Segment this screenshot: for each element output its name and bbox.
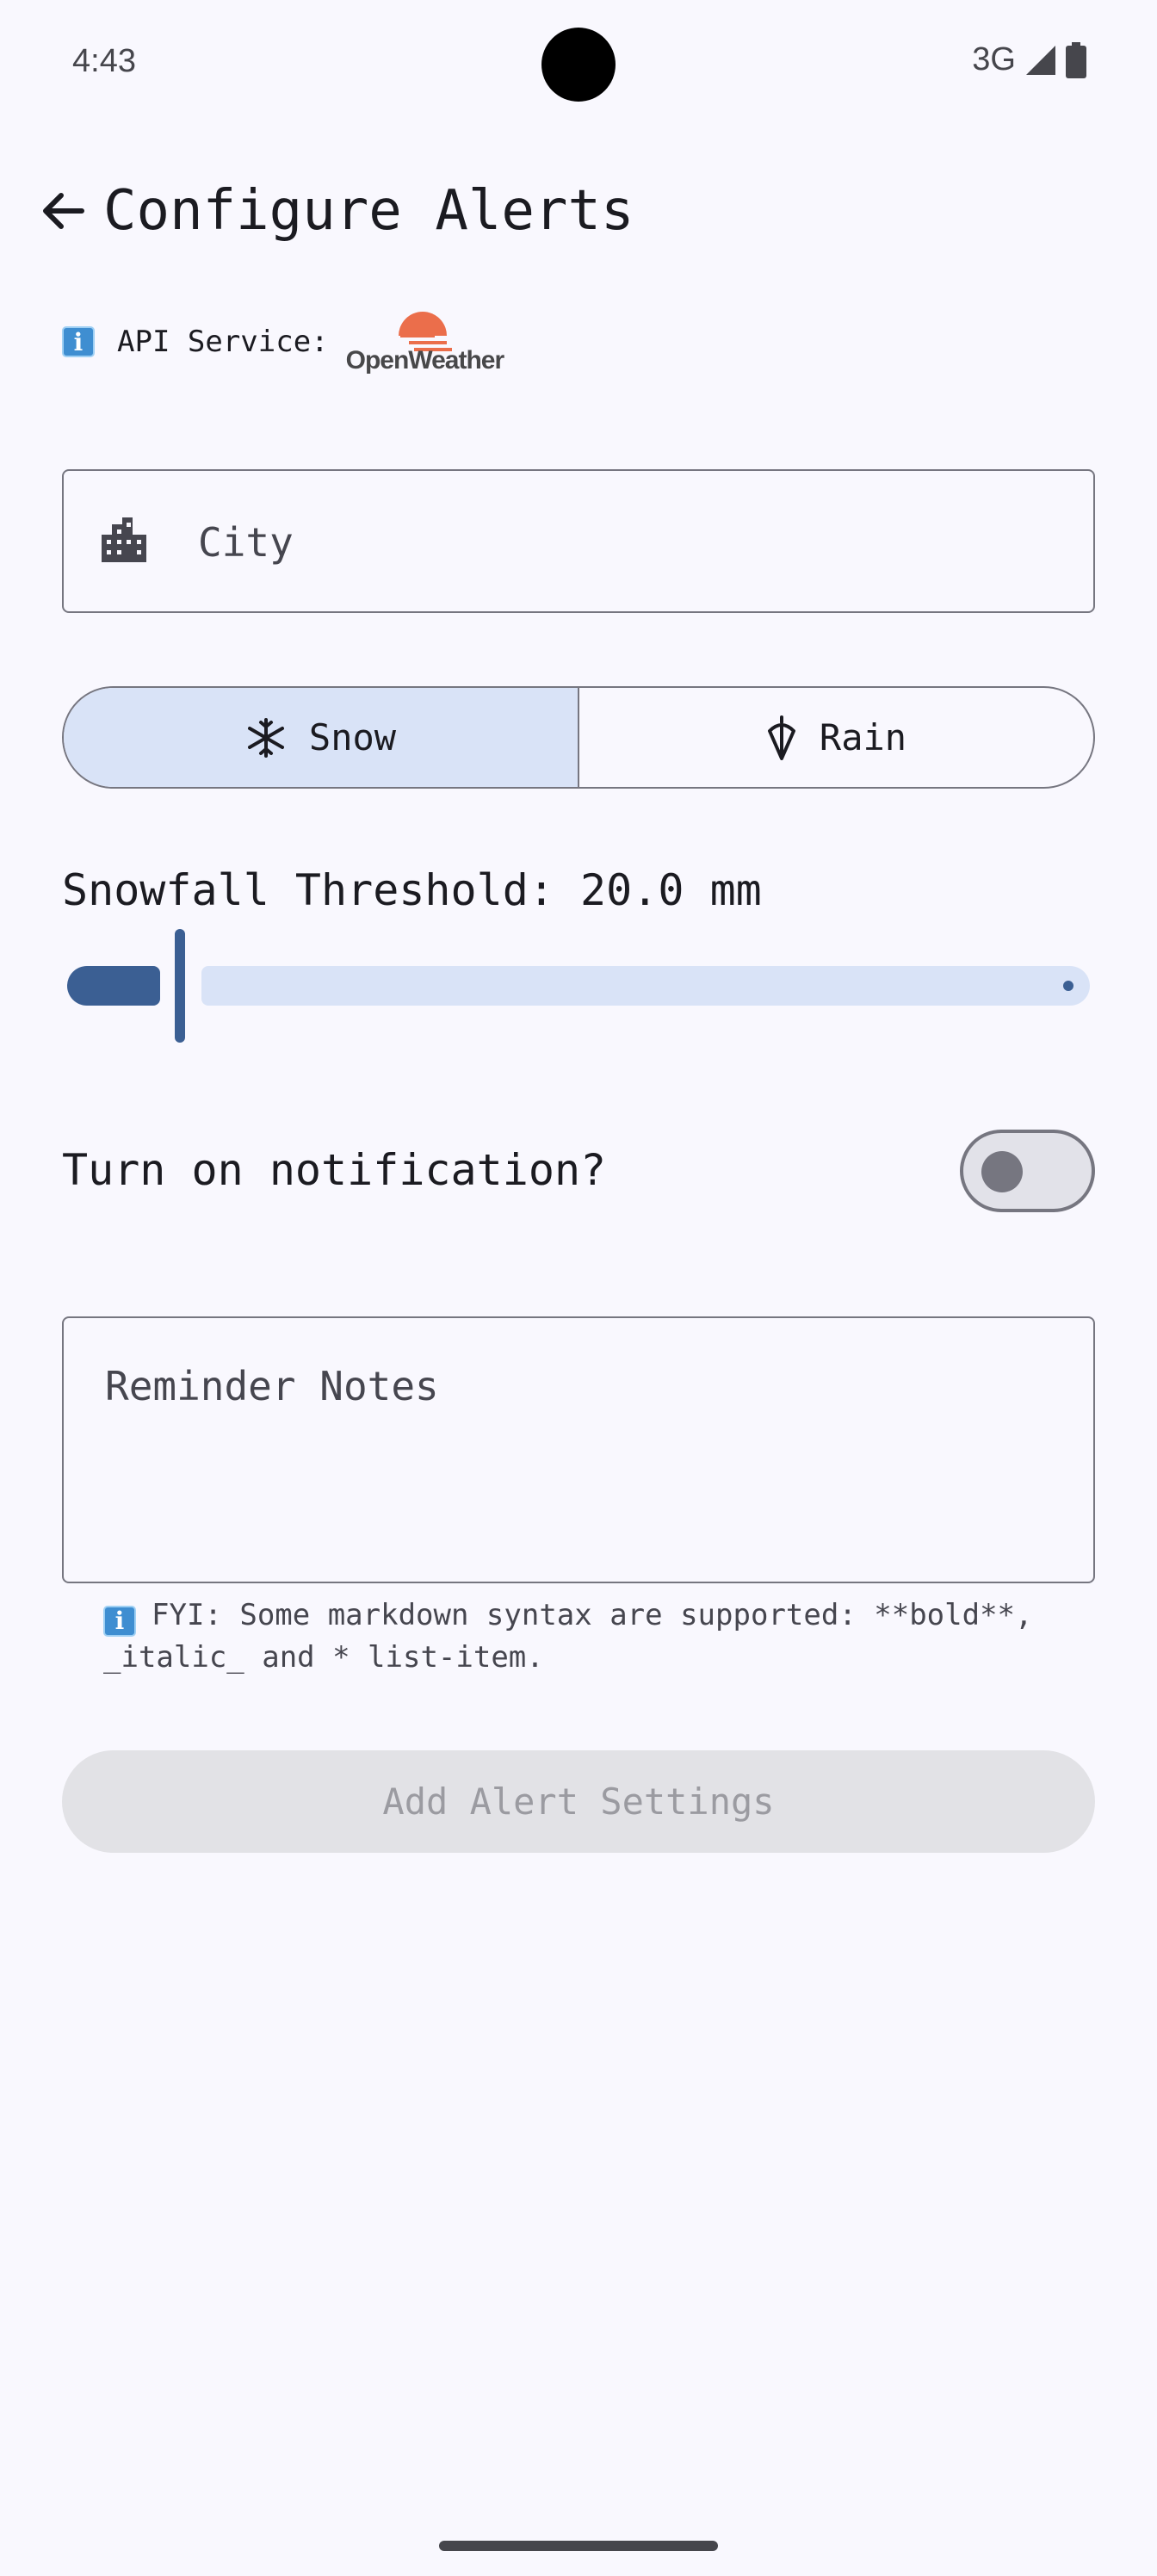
weather-type-selector: Snow Rain [62, 686, 1095, 789]
snowflake-icon [247, 717, 284, 758]
markdown-hint-text: FYI: Some markdown syntax are supported:… [103, 1598, 1033, 1675]
slider-active-track [67, 966, 160, 1006]
status-icons: 3G [972, 41, 1086, 78]
add-alert-settings-button[interactable]: Add Alert Settings [62, 1750, 1095, 1853]
umbrella-icon [767, 715, 795, 760]
notification-toggle[interactable] [960, 1130, 1095, 1212]
openweather-wordmark: OpenWeather [345, 346, 504, 375]
snow-label: Snow [308, 716, 397, 759]
signal-icon [1026, 45, 1055, 75]
slider-thumb[interactable] [175, 929, 185, 1043]
info-icon: i [62, 326, 95, 357]
camera-cutout [541, 28, 616, 102]
api-service-label: API Service: [117, 325, 329, 359]
back-button[interactable] [33, 181, 93, 241]
battery-icon [1066, 41, 1086, 78]
slider-inactive-track [201, 966, 1090, 1006]
reminder-notes-placeholder: Reminder Notes [105, 1363, 439, 1409]
rain-segment-button[interactable]: Rain [579, 688, 1093, 787]
status-time: 4:43 [72, 43, 136, 79]
openweather-logo: OpenWeather [346, 308, 504, 375]
app-bar: Configure Alerts [0, 164, 1157, 258]
openweather-sun-icon [399, 312, 453, 351]
slider-stop-indicator [1063, 981, 1073, 991]
markdown-hint: i FYI: Some markdown syntax are supported… [103, 1595, 1050, 1678]
toggle-knob [981, 1151, 1023, 1192]
reminder-notes-input[interactable]: Reminder Notes [62, 1316, 1095, 1583]
city-icon [102, 517, 146, 562]
snow-segment-button[interactable]: Snow [64, 688, 579, 787]
rain-label: Rain [819, 716, 907, 759]
threshold-slider[interactable] [62, 926, 1095, 1046]
city-placeholder: City [198, 519, 294, 566]
info-icon: i [103, 1606, 136, 1637]
notification-label: Turn on notification? [62, 1145, 607, 1195]
network-type-label: 3G [972, 41, 1016, 77]
city-input[interactable]: City [62, 469, 1095, 613]
status-bar: 4:43 3G [0, 0, 1157, 129]
home-indicator[interactable] [439, 2541, 718, 2551]
page-title: Configure Alerts [103, 179, 634, 243]
snowfall-threshold-label: Snowfall Threshold: 20.0 mm [62, 865, 762, 915]
arrow-back-icon [43, 193, 84, 229]
api-service-row: i API Service: OpenWeather [62, 306, 504, 378]
